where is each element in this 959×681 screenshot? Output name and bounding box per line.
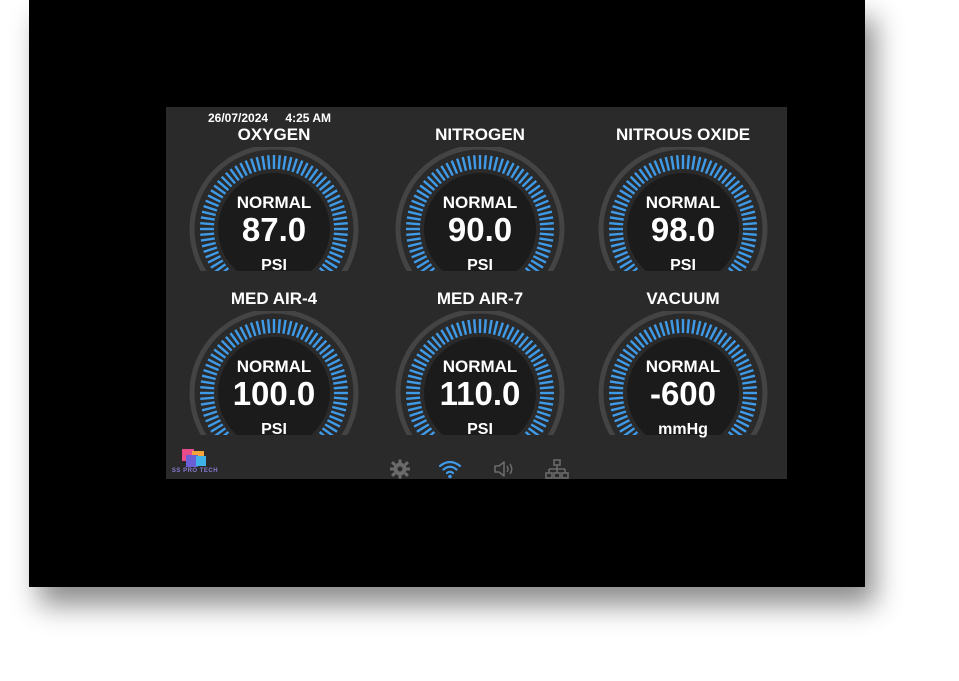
gauge-title: NITROUS OXIDE	[615, 125, 751, 144]
gauge-tick	[497, 322, 505, 337]
logo-mark-icon	[182, 449, 206, 467]
gauge-tick	[472, 319, 477, 334]
gauge-tick	[461, 320, 468, 335]
gauge-tick	[675, 319, 680, 334]
gauge-tick	[450, 324, 459, 339]
device-bezel: 26/07/2024 4:25 AM OXYGEN NORMAL 87.0 PS…	[29, 0, 865, 587]
gauge-title: OXYGEN	[237, 125, 311, 144]
gauge-unit: PSI	[467, 421, 493, 438]
gauge-tick	[704, 160, 713, 175]
gauge-tick	[255, 320, 262, 335]
gauge-tick	[266, 319, 271, 334]
gauge-status: NORMAL	[645, 357, 721, 376]
gauge-value: 100.0	[232, 375, 316, 412]
gauge-tick	[653, 324, 662, 339]
gauge-tick	[277, 155, 282, 170]
gauge-tick	[658, 322, 666, 337]
gauge-value: -600	[649, 375, 717, 412]
gauge-value: 87.0	[241, 211, 307, 248]
gauge-status: NORMAL	[236, 193, 312, 212]
gauge-tick	[286, 320, 293, 335]
gauge-title: MED AIR-4	[230, 289, 318, 308]
gauge-tick	[461, 156, 468, 171]
gauge-tick	[291, 322, 299, 337]
gauge-tick	[255, 156, 262, 171]
gauge-tick	[664, 156, 671, 171]
gauge-tick	[670, 155, 675, 170]
gauge-unit: mmHg	[658, 421, 708, 438]
gauge-tick	[483, 319, 488, 334]
gauge-tick	[492, 156, 499, 171]
gauge-tick	[450, 160, 459, 175]
gauge-tick	[501, 160, 510, 175]
gauge-tick	[295, 324, 304, 339]
gauge-title: MED AIR-7	[436, 289, 524, 308]
gauge-oxygen[interactable]: OXYGEN NORMAL 87.0 PSI	[171, 107, 377, 274]
gauge-tick	[670, 319, 675, 334]
gauge-vacuum[interactable]: VACUUM NORMAL -600 mmHg	[580, 271, 786, 438]
gauge-tick	[492, 320, 499, 335]
gauge-tick	[695, 320, 702, 335]
gauge-tick	[658, 158, 666, 173]
gauge-tick	[261, 319, 266, 334]
hmi-screen: 26/07/2024 4:25 AM OXYGEN NORMAL 87.0 PS…	[166, 107, 787, 479]
gauge-tick	[455, 322, 463, 337]
gauge-tick	[455, 158, 463, 173]
gauge-tick	[700, 158, 708, 173]
gauge-tick	[249, 158, 257, 173]
gauge-nitrogen[interactable]: NITROGEN NORMAL 90.0 PSI	[377, 107, 583, 274]
brand-logo: SS PRO TECH	[170, 447, 220, 479]
gauge-tick	[675, 155, 680, 170]
gauge-tick	[282, 155, 287, 170]
gauge-tick	[244, 160, 253, 175]
gauge-tick	[295, 160, 304, 175]
gauge-nitrous-oxide[interactable]: NITROUS OXIDE NORMAL 98.0 PSI	[580, 107, 786, 274]
gauge-tick	[691, 155, 696, 170]
brand-name: SS PRO TECH	[171, 468, 219, 474]
gauge-med-air-4[interactable]: MED AIR-4 NORMAL 100.0 PSI	[171, 271, 377, 438]
gauge-title: NITROGEN	[435, 125, 525, 144]
gear-icon[interactable]	[388, 459, 412, 479]
gauge-tick	[249, 322, 257, 337]
network-icon[interactable]	[545, 459, 569, 479]
wifi-icon[interactable]	[438, 459, 462, 479]
gauge-value: 98.0	[650, 211, 716, 248]
gauge-tick	[691, 319, 696, 334]
gauge-tick	[664, 320, 671, 335]
gauge-tick	[686, 319, 691, 334]
gauge-tick	[497, 158, 505, 173]
gauge-unit: PSI	[261, 421, 287, 438]
gauge-value: 90.0	[447, 211, 513, 248]
gauge-tick	[467, 155, 472, 170]
gauge-tick	[488, 155, 493, 170]
gauge-tick	[266, 155, 271, 170]
gauge-tick	[286, 156, 293, 171]
gauge-status: NORMAL	[236, 357, 312, 376]
gauge-tick	[277, 319, 282, 334]
gauge-tick	[261, 155, 266, 170]
gauge-status: NORMAL	[442, 357, 518, 376]
gauge-status: NORMAL	[442, 193, 518, 212]
gauge-tick	[704, 324, 713, 339]
gauge-tick	[472, 155, 477, 170]
gauge-tick	[695, 156, 702, 171]
speaker-icon[interactable]	[492, 459, 516, 479]
gauge-tick	[483, 155, 488, 170]
gauge-title: VACUUM	[646, 289, 720, 308]
gauge-tick	[291, 158, 299, 173]
gauge-tick	[244, 324, 253, 339]
gauge-tick	[282, 319, 287, 334]
gauge-med-air-7[interactable]: MED AIR-7 NORMAL 110.0 PSI	[377, 271, 583, 438]
gauge-tick	[653, 160, 662, 175]
gauge-tick	[501, 324, 510, 339]
gauge-tick	[488, 319, 493, 334]
gauge-status: NORMAL	[645, 193, 721, 212]
gauge-value: 110.0	[439, 375, 521, 412]
gauge-tick	[700, 322, 708, 337]
gauge-tick	[467, 319, 472, 334]
gauge-tick	[686, 155, 691, 170]
